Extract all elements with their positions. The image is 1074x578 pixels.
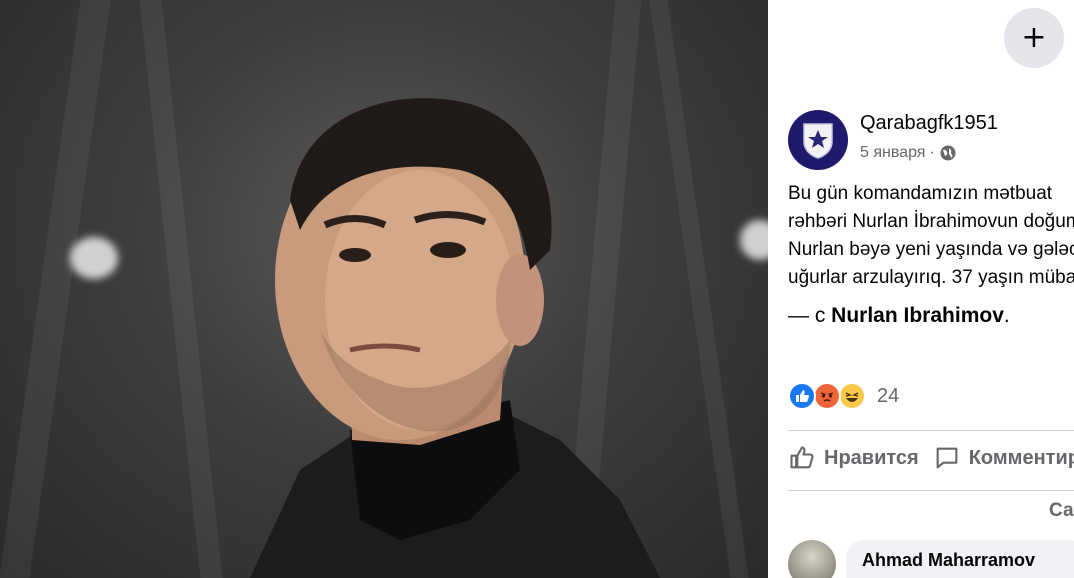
tagged-person-link[interactable]: Nurlan Ibrahimov <box>831 304 1004 327</box>
portrait-figure <box>250 98 660 578</box>
tagged-with: — с Nurlan Ibrahimov. <box>788 304 1010 328</box>
like-button[interactable]: Нравится <box>788 444 919 472</box>
comment-bubble: Ahmad Maharramov <box>846 540 1074 578</box>
post-photo[interactable] <box>0 0 768 578</box>
angry-icon <box>813 382 841 410</box>
tagged-suffix: . <box>1003 304 1010 327</box>
club-crest-icon <box>803 123 833 159</box>
divider <box>788 430 1074 431</box>
like-icon <box>788 382 816 410</box>
post-actions: Нравится Комментировать <box>788 444 1074 472</box>
comment-sort-dropdown[interactable]: Самые актуальные <box>1049 500 1074 522</box>
plus-icon: + <box>1021 20 1047 55</box>
post-body: Bu gün komandamızın mətbuat rəhbəri Nurl… <box>788 180 1074 292</box>
page-avatar[interactable] <box>788 110 848 170</box>
post-line: Nurlan bəyə yeni yaşında və gələcək <box>788 239 1074 260</box>
comment-icon <box>936 447 958 469</box>
post-line: rəhbəri Nurlan İbrahimovun doğum <box>788 211 1074 232</box>
comment-label: Комментировать <box>968 446 1074 469</box>
post-author[interactable]: Qarabagfk1951 <box>860 112 998 135</box>
like-label: Нравится <box>824 446 919 469</box>
thumbs-up-icon <box>790 446 814 469</box>
comment-button[interactable]: Комментировать <box>933 444 1074 472</box>
commenter-avatar[interactable] <box>788 540 836 578</box>
post-line: Bu gün komandamızın mətbuat <box>788 183 1053 204</box>
add-button[interactable]: + <box>1004 8 1064 68</box>
post-meta: 5 января · <box>860 144 957 162</box>
tagged-prefix: — с <box>788 304 832 327</box>
post-date[interactable]: 5 января <box>860 144 925 162</box>
reaction-summary[interactable]: 24 <box>788 382 899 410</box>
divider <box>788 490 1074 491</box>
reaction-count[interactable]: 24 <box>877 385 899 408</box>
haha-icon <box>838 382 866 410</box>
globe-icon <box>940 145 956 161</box>
commenter-name[interactable]: Ahmad Maharramov <box>862 550 1070 571</box>
post-line: uğurlar arzulayırıq. 37 yaşın mübarək <box>788 267 1074 288</box>
post-side-panel: + Qarabagfk1951 5 января · Bu gün komand… <box>768 0 1074 578</box>
meta-separator: · <box>929 144 935 161</box>
